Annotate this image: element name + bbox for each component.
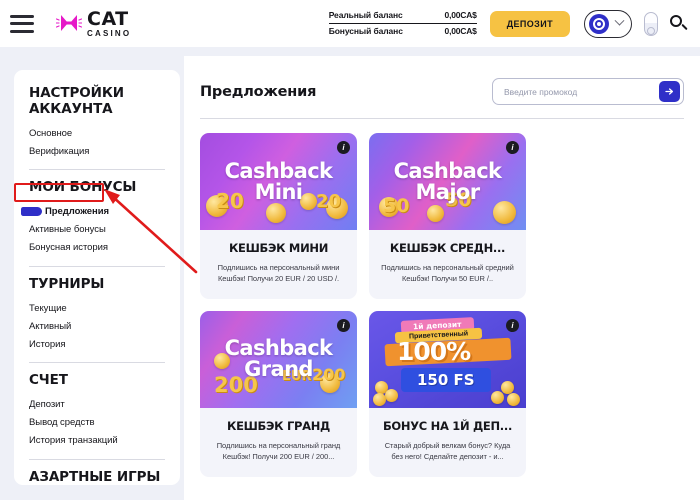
offer-description: Старый добрый велкам бонус? Куда без нег… <box>378 441 517 463</box>
offer-art-line1: Cashback <box>394 161 502 182</box>
arrow-right-icon <box>664 86 675 97</box>
offer-card-art: i 20 20 Cashback Mini <box>200 133 357 230</box>
sidebar-item-istoriya-tranzakciy[interactable]: История транзакций <box>29 432 165 450</box>
bonus-balance-value: 0,00CA$ <box>445 27 477 36</box>
site-logo[interactable]: CAT CASINO <box>56 10 131 38</box>
sidebar-group-gambling: АЗАРТНЫЕ ИГРЫ История ставок <box>14 470 180 485</box>
offer-art-percent: 100% <box>397 337 470 366</box>
real-balance-label: Реальный баланс <box>329 11 403 20</box>
sidebar-item-tekushchie[interactable]: Текущие <box>29 299 165 317</box>
info-icon[interactable]: i <box>337 319 350 332</box>
offer-title: БОНУС НА 1Й ДЕП... <box>378 419 517 433</box>
offer-description: Подлишись на персональный мини Кешбэк! П… <box>209 263 348 285</box>
offer-art-freespins: 150 FS <box>401 368 491 392</box>
sidebar-group-title: ТУРНИРЫ <box>29 277 165 293</box>
offers-grid: i 20 20 Cashback Mini КЕШБЭК МИНИ Подлиш… <box>200 133 684 477</box>
sidebar-item-aktivnyy[interactable]: Активный <box>29 317 165 335</box>
page-root: CAT CASINO Реальный баланс 0,00CA$ Бонус… <box>0 0 700 500</box>
bonus-balance-label: Бонусный баланс <box>329 27 403 36</box>
sidebar-item-aktivnye-bonusy[interactable]: Активные бонусы <box>29 221 165 239</box>
account-sidebar: НАСТРОЙКИ АККАУНТА Основное Верификация … <box>14 70 180 485</box>
logo-title: CAT <box>87 10 131 29</box>
burger-menu-icon[interactable] <box>10 15 34 33</box>
top-header: CAT CASINO Реальный баланс 0,00CA$ Бонус… <box>0 0 700 47</box>
offer-art-title: Cashback Mini <box>225 161 333 203</box>
page-title: Предложения <box>200 84 316 100</box>
offer-art-line1: Cashback <box>225 338 333 359</box>
offer-art-title: Cashback Grand <box>225 338 333 380</box>
offer-card-art: i 50 50 Cashback Major <box>369 133 526 230</box>
offer-art-line2: Grand <box>225 359 333 380</box>
offer-title: КЕШБЭК СРЕДН... <box>378 241 517 255</box>
balances-block: Реальный баланс 0,00CA$ Бонусный баланс … <box>329 8 477 39</box>
info-icon[interactable]: i <box>506 141 519 154</box>
offer-art-line2: Major <box>394 182 502 203</box>
user-avatar-icon <box>589 14 609 34</box>
offer-card-art: i 200 EUR 200 Cashback Grand <box>200 311 357 408</box>
offer-art-title: Cashback Major <box>394 161 502 203</box>
real-balance-value: 0,00CA$ <box>445 11 477 20</box>
promo-code-box <box>492 78 684 105</box>
sidebar-item-bonusnaya-istoriya[interactable]: Бонусная история <box>29 239 165 257</box>
account-menu[interactable] <box>584 10 632 38</box>
offer-card-art: i 1й депозит Приветственный 100% 150 FS <box>369 311 526 408</box>
sidebar-item-depozit[interactable]: Депозит <box>29 396 165 414</box>
offer-card-body: БОНУС НА 1Й ДЕП... Старый добрый велкам … <box>369 408 526 477</box>
offer-card-body: КЕШБЭК ГРАНД Подлишись на персональный г… <box>200 408 357 477</box>
logo-subtitle: CASINO <box>87 30 131 38</box>
main-content: Предложения i 20 <box>184 56 700 500</box>
sidebar-item-predlozheniya[interactable]: Предложения <box>29 203 165 221</box>
offer-art-line1: Cashback <box>225 161 333 182</box>
sidebar-group-title: НАСТРОЙКИ АККАУНТА <box>29 86 165 117</box>
sidebar-item-osnovnoe[interactable]: Основное <box>29 124 165 142</box>
sidebar-group-title: АЗАРТНЫЕ ИГРЫ <box>29 470 165 485</box>
offer-card[interactable]: i 200 EUR 200 Cashback Grand КЕШБЭК ГРАН… <box>200 311 357 477</box>
active-indicator-icon <box>21 207 42 216</box>
sidebar-group-title: МОИ БОНУСЫ <box>29 180 165 196</box>
cat-logo-icon <box>56 11 82 37</box>
sidebar-item-label: Предложения <box>45 206 109 217</box>
offer-title: КЕШБЭК МИНИ <box>209 241 348 255</box>
sidebar-divider <box>29 169 165 170</box>
search-icon[interactable] <box>670 15 688 33</box>
sidebar-item-istoriya[interactable]: История <box>29 335 165 353</box>
sidebar-item-vyvod-sredstv[interactable]: Вывод средств <box>29 414 165 432</box>
offer-card-body: КЕШБЭК МИНИ Подлишись на персональный ми… <box>200 230 357 299</box>
chevron-down-icon <box>615 16 625 26</box>
bonus-balance-row: Бонусный баланс 0,00CA$ <box>329 23 477 39</box>
offer-card[interactable]: i 1й депозит Приветственный 100% 150 FS … <box>369 311 526 477</box>
offer-art-line2: Mini <box>225 182 333 203</box>
main-header-row: Предложения <box>200 78 684 105</box>
info-icon[interactable]: i <box>337 141 350 154</box>
sidebar-group-title: СЧЕТ <box>29 373 165 389</box>
sidebar-divider <box>29 362 165 363</box>
sidebar-divider <box>29 459 165 460</box>
sidebar-group-my-bonuses: МОИ БОНУСЫ Предложения Активные бонусы Б… <box>14 180 180 257</box>
offer-card[interactable]: i 20 20 Cashback Mini КЕШБЭК МИНИ Подлиш… <box>200 133 357 299</box>
header-divider <box>200 118 684 119</box>
info-icon[interactable]: i <box>506 319 519 332</box>
offer-description: Подлишись на персональный средний Кешбэк… <box>378 263 517 285</box>
promo-code-input[interactable] <box>504 87 659 97</box>
sidebar-group-account: СЧЕТ Депозит Вывод средств История транз… <box>14 373 180 450</box>
sidebar-divider <box>29 266 165 267</box>
real-balance-row: Реальный баланс 0,00CA$ <box>329 8 477 23</box>
sidebar-item-verifikaciya[interactable]: Верификация <box>29 142 165 160</box>
offer-description: Подлишись на персональный гранд Кешбэк! … <box>209 441 348 463</box>
deposit-button[interactable]: ДЕПОЗИТ <box>490 11 570 37</box>
promo-submit-button[interactable] <box>659 81 680 102</box>
offer-card[interactable]: i 50 50 Cashback Major КЕШБЭК СРЕДН... П… <box>369 133 526 299</box>
offer-title: КЕШБЭК ГРАНД <box>209 419 348 433</box>
offer-card-body: КЕШБЭК СРЕДН... Подлишись на персональны… <box>369 230 526 299</box>
sidebar-group-account-settings: НАСТРОЙКИ АККАУНТА Основное Верификация <box>14 86 180 160</box>
sidebar-group-tournaments: ТУРНИРЫ Текущие Активный История <box>14 277 180 354</box>
slot-machine-icon[interactable] <box>644 12 658 36</box>
